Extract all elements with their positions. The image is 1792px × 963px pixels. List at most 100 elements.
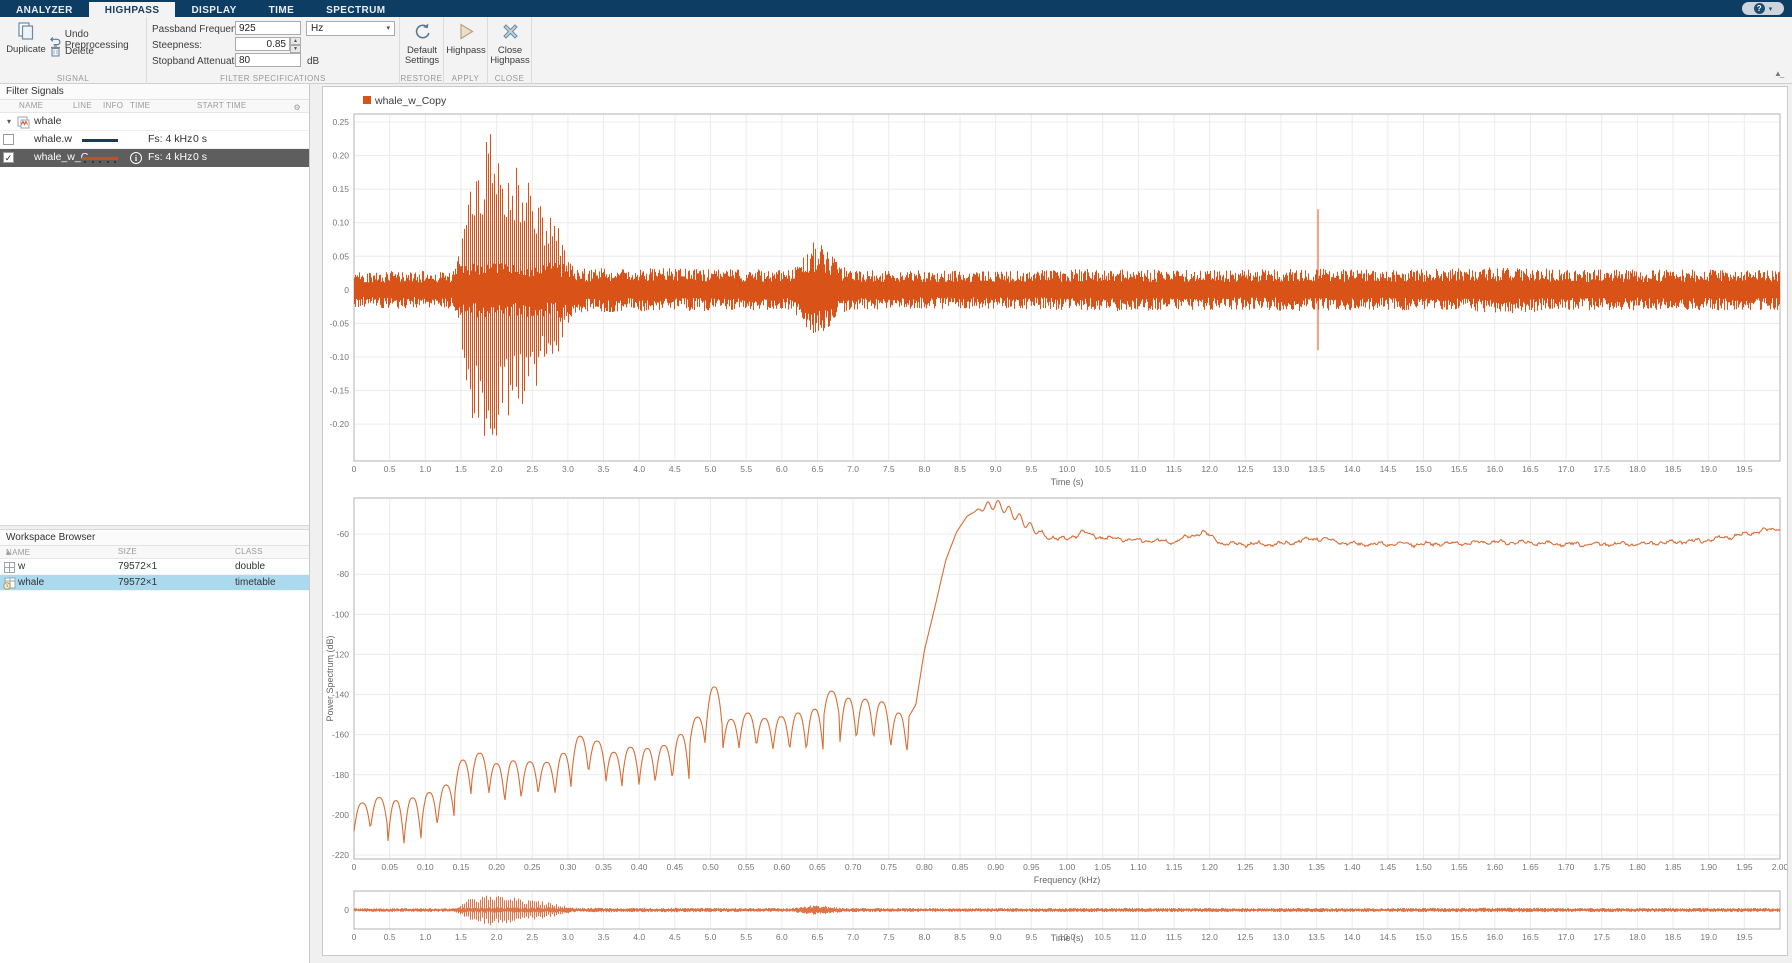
x-tick-label: 19.5 [1736,932,1753,942]
x-tick-label: 6.5 [812,932,824,942]
y-tick-label: -60 [337,529,350,539]
x-tick-label: 0.55 [738,862,755,872]
x-tick-label: 2.0 [491,932,503,942]
passband-frequency-input[interactable] [235,21,301,35]
x-tick-label: 12.0 [1201,464,1218,474]
x-tick-label: 8.0 [918,464,930,474]
x-tick-label: 16.5 [1522,464,1539,474]
x-tick-label: 14.5 [1380,932,1397,942]
table-row-whale-w[interactable]: whale.wFs: 4 kHz0 s [0,131,309,149]
x-tick-label: 11.5 [1166,464,1182,474]
x-tick-label: 0.15 [453,862,470,872]
x-tick-label: 1.15 [1166,862,1183,872]
x-tick-label: 7.0 [847,464,859,474]
workspace-var-class: timetable [235,577,276,588]
table-row-whale-w-c-[interactable]: ✓whale_w_C...iFs: 4 kHz0 s [0,149,309,167]
x-tick-label: 14.0 [1344,932,1361,942]
line-style-swatch [82,157,118,160]
stopband-attenuation-input[interactable] [235,53,301,67]
expander-chevron-icon[interactable]: ▾ [7,117,11,126]
col-info[interactable]: INFO [103,101,123,110]
x-tick-label: 3.5 [598,464,610,474]
x-tick-label: 9.5 [1025,464,1037,474]
section-label-filter-specifications: FILTER SPECIFICATIONS [147,74,399,83]
filter-signals-title: Filter Signals [0,84,309,100]
x-tick-label: 9.0 [990,464,1002,474]
x-tick-label: 2.00 [1772,862,1787,872]
steepness-input[interactable] [235,37,290,51]
x-tick-label: 14.5 [1380,464,1397,474]
highpass-apply-label: Highpass [446,46,486,56]
plots-svg: 00.51.01.52.02.53.03.54.04.55.05.56.06.5… [323,87,1787,955]
x-tick-label: 13.5 [1308,464,1325,474]
x-tick-label: 19.0 [1700,932,1717,942]
col-time[interactable]: TIME [130,101,150,110]
x-tick-label: 1.5 [455,464,467,474]
x-tick-label: 13.5 [1308,932,1325,942]
help-button[interactable]: ? ▾ [1742,2,1784,15]
ws-col-size[interactable]: SIZE [118,547,137,556]
signal-name: whale.w [34,133,72,145]
x-axis-label: Frequency (kHz) [1034,875,1101,885]
col-line[interactable]: LINE [73,101,92,110]
row-checkbox[interactable]: ✓ [3,152,14,163]
trash-icon [50,45,61,57]
x-tick-label: 0.70 [845,862,862,872]
default-settings-button[interactable]: Default Settings [402,22,442,66]
legend-label[interactable]: whale_w_Copy [374,95,447,107]
x-tick-label: 8.0 [918,932,930,942]
y-tick-label: -220 [332,850,349,860]
toolbar-section-signal: Duplicate Undo Preprocessing Delete [0,17,147,84]
col-start-time[interactable]: START TIME [197,101,247,110]
x-tick-label: 1.85 [1665,862,1682,872]
y-tick-label: -0.05 [330,318,350,328]
x-tick-label: 0.45 [667,862,684,872]
stepper-down-icon[interactable]: ▼ [290,45,301,53]
x-tick-label: 0.5 [384,464,396,474]
workspace-row-whale[interactable]: whale79572×1timetable [0,575,309,591]
highpass-apply-button[interactable]: Highpass [446,22,486,56]
x-tick-label: 1.0 [419,932,431,942]
signal-start-time: 0 s [193,133,207,145]
stepper-up-icon[interactable]: ▲ [290,37,301,45]
passband-unit-dropdown[interactable]: Hz ▾ [306,21,395,36]
x-tick-label: 2.5 [526,464,538,474]
x-tick-label: 9.5 [1025,932,1037,942]
delete-button[interactable]: Delete [50,45,94,57]
x-tick-label: 1.20 [1201,862,1218,872]
x-tick-label: 0.20 [488,862,505,872]
x-tick-label: 5.0 [705,932,717,942]
row-checkbox[interactable] [3,134,14,145]
x-tick-label: 1.35 [1308,862,1325,872]
x-axis-label: Time (s) [1051,477,1084,487]
workspace-row-w[interactable]: w79572×1double [0,559,309,575]
ws-col-class[interactable]: CLASS [235,547,263,556]
x-tick-label: 3.0 [562,932,574,942]
table-row-whale[interactable]: ▾ whale [0,113,309,131]
workspace-browser-title: Workspace Browser [0,530,309,546]
info-icon[interactable]: i [130,152,142,164]
steepness-stepper[interactable]: ▲ ▼ [290,37,301,51]
x-tick-label: 11.0 [1130,464,1146,474]
x-tick-label: 1.90 [1700,862,1717,872]
x-tick-label: 0.5 [384,932,396,942]
toolbar-section-close: Close Highpass CLOSE [488,17,532,84]
x-tick-label: 1.70 [1558,862,1575,872]
run-triangle-icon [457,22,476,41]
toolbar-section-apply: Highpass APPLY [444,17,488,84]
marker-dots [84,161,116,163]
x-tick-label: 0.35 [595,862,612,872]
col-name[interactable]: NAME [19,101,43,110]
tabs-host: ANALYZERHIGHPASSDISPLAYTIMESPECTRUM [0,0,402,17]
x-tick-label: 0.80 [916,862,933,872]
close-highpass-button[interactable]: Close Highpass [490,22,530,66]
workspace-var-name: whale [18,577,44,588]
collapse-ribbon-icon[interactable]: ▲̲ [1772,69,1784,78]
x-tick-label: 0.50 [702,862,719,872]
duplicate-button[interactable]: Duplicate [4,22,48,55]
group-name: whale [34,115,61,127]
restore-defaults-icon [413,22,432,41]
tab-bar: ANALYZERHIGHPASSDISPLAYTIMESPECTRUM ? ▾ [0,0,1792,17]
x-tick-label: 0.65 [809,862,826,872]
signal-analyzer-app: ANALYZERHIGHPASSDISPLAYTIMESPECTRUM ? ▾ … [0,0,1792,963]
